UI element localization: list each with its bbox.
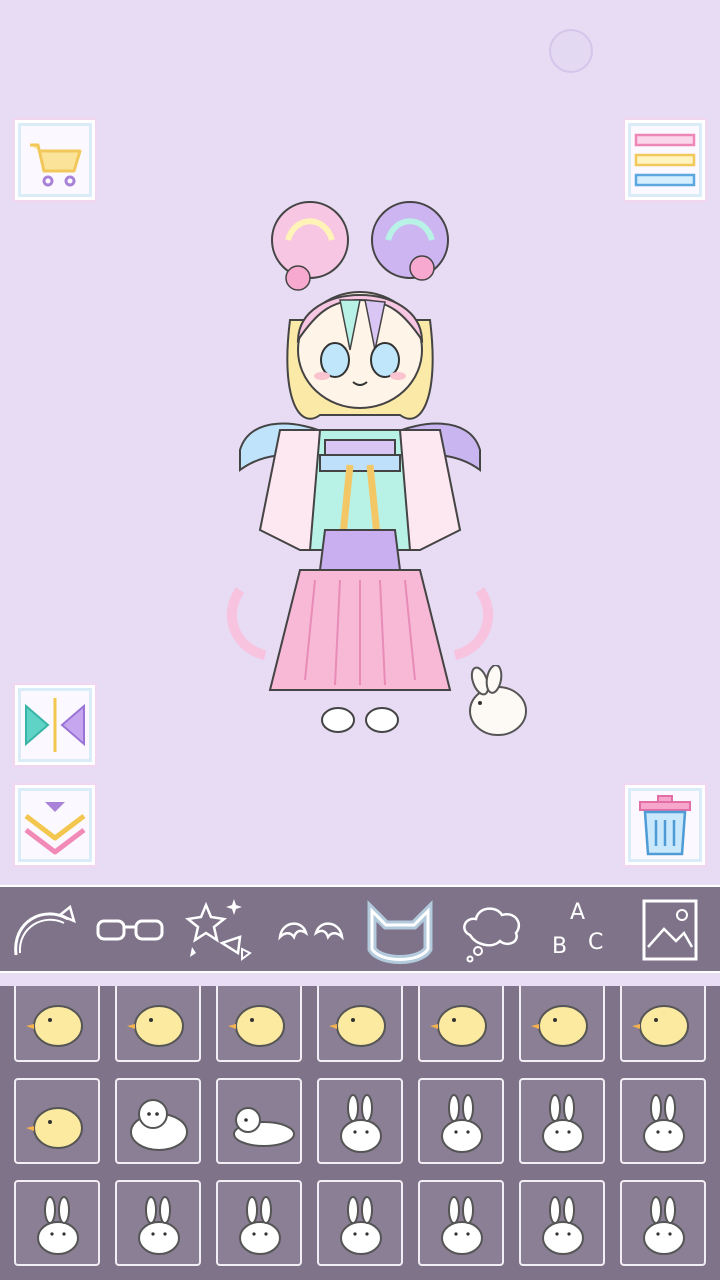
wings-icon: [278, 922, 344, 941]
category-headband[interactable]: [4, 891, 84, 971]
item-chick[interactable]: [115, 986, 201, 1062]
trash-icon: [639, 795, 691, 856]
thought-bubble-icon: [463, 907, 521, 963]
category-effects[interactable]: [180, 891, 260, 971]
glasses-icon: [96, 919, 164, 941]
item-chick[interactable]: [519, 986, 605, 1062]
item-bunny[interactable]: [519, 1180, 605, 1266]
bunny-icon: [441, 1196, 483, 1255]
item-chick[interactable]: [418, 986, 504, 1062]
chick-icon: [531, 1005, 588, 1047]
sparkles-icon: [184, 899, 252, 961]
puppy-icon: [130, 1099, 188, 1151]
flip-button[interactable]: [15, 685, 95, 765]
bunny-icon: [643, 1196, 685, 1255]
item-bunny[interactable]: [317, 1078, 403, 1164]
item-bunny[interactable]: [519, 1078, 605, 1164]
item-chick[interactable]: [216, 986, 302, 1062]
item-chick[interactable]: [620, 986, 706, 1062]
item-bunny[interactable]: [418, 1180, 504, 1266]
item-chick[interactable]: [14, 986, 100, 1062]
picture-icon: [642, 899, 698, 961]
headband-icon: [14, 904, 76, 956]
item-bunny[interactable]: [418, 1078, 504, 1164]
toggle-button[interactable]: [549, 29, 593, 73]
item-chick[interactable]: [14, 1078, 100, 1164]
layer-down-icon: [24, 802, 86, 855]
chick-icon: [26, 1107, 83, 1149]
menu-icon: [634, 133, 696, 187]
bunny-icon: [340, 1094, 382, 1153]
bunny-icon: [441, 1094, 483, 1153]
item-bunny[interactable]: [115, 1180, 201, 1266]
trash-button[interactable]: [625, 785, 705, 865]
item-bunny[interactable]: [620, 1180, 706, 1266]
chick-icon: [430, 1005, 487, 1047]
text-label-a: A: [570, 900, 585, 925]
item-grid: [0, 986, 720, 1280]
item-bunny[interactable]: [216, 1180, 302, 1266]
chick-icon: [329, 1005, 386, 1047]
bunny-icon: [340, 1196, 382, 1255]
category-text[interactable]: A B C: [540, 891, 620, 971]
bunny-icon: [239, 1196, 281, 1255]
flip-icon: [25, 698, 85, 752]
category-pets[interactable]: [360, 891, 440, 971]
character-avatar[interactable]: [210, 200, 510, 740]
item-bunny[interactable]: [620, 1078, 706, 1164]
chick-icon: [127, 1005, 184, 1047]
chick-icon: [228, 1005, 285, 1047]
item-bunny[interactable]: [14, 1180, 100, 1266]
abc-icon: A B C: [552, 900, 603, 959]
puppy-lying-icon: [233, 1107, 295, 1147]
category-glasses[interactable]: [90, 891, 170, 971]
category-ears[interactable]: [272, 891, 352, 971]
category-speech[interactable]: [452, 891, 532, 971]
cart-button[interactable]: [15, 120, 95, 200]
item-puppy-lying[interactable]: [216, 1078, 302, 1164]
bunny-icon: [542, 1094, 584, 1153]
text-label-c: C: [588, 930, 603, 955]
chick-icon: [632, 1005, 689, 1047]
cart-icon: [30, 143, 82, 187]
bunny-icon: [542, 1196, 584, 1255]
chick-icon: [26, 1005, 83, 1047]
layer-down-button[interactable]: [15, 785, 95, 865]
pet-bunny[interactable]: [460, 665, 530, 740]
bunny-icon: [138, 1196, 180, 1255]
bunny-icon: [37, 1196, 79, 1255]
item-bunny[interactable]: [317, 1180, 403, 1266]
item-puppy[interactable]: [115, 1078, 201, 1164]
category-background[interactable]: [632, 891, 712, 971]
cat-ears-icon: [367, 900, 433, 964]
item-chick[interactable]: [317, 986, 403, 1062]
menu-button[interactable]: [625, 120, 705, 200]
category-bar: A B C: [0, 885, 720, 973]
bunny-icon: [643, 1094, 685, 1153]
text-label-b: B: [552, 934, 567, 959]
